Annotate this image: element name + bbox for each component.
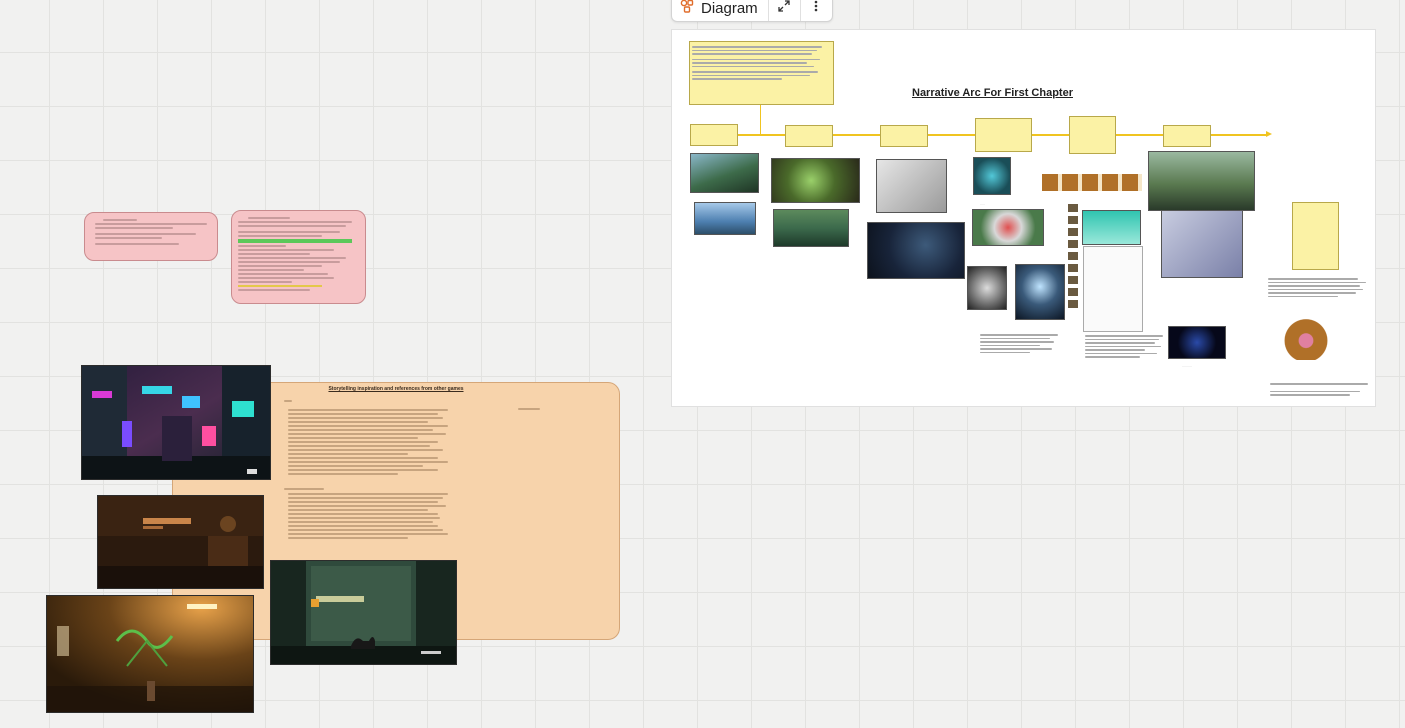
game-screenshot-neon-alley[interactable] [81, 365, 271, 480]
reference-image-overgrown-tech[interactable] [771, 158, 860, 203]
diagram-title: Narrative Arc For First Chapter [912, 87, 1073, 99]
reference-image-stone-bridge[interactable] [773, 209, 849, 247]
reference-image-glowing-hand[interactable] [1015, 264, 1065, 320]
reference-image-dark-cavern[interactable] [867, 222, 965, 279]
game-screenshot-cat-door[interactable] [270, 560, 457, 665]
reference-image-inventory-icons[interactable] [1042, 174, 1142, 191]
step-note-6[interactable] [1163, 125, 1211, 147]
diagram-button[interactable]: Diagram [672, 0, 769, 21]
timeline-arrowhead [1266, 131, 1272, 137]
reference-note-text [284, 398, 574, 548]
diagram-toolbar: Diagram [671, 0, 833, 22]
reference-image-coral-creature[interactable] [973, 157, 1011, 195]
diagram-icon [680, 0, 694, 18]
step-note-4[interactable] [975, 118, 1032, 152]
reference-image-red-robot[interactable] [972, 209, 1044, 246]
step-note-1[interactable] [690, 124, 738, 146]
more-vertical-icon [809, 0, 823, 18]
step-note-5[interactable] [1069, 116, 1116, 154]
step-note-2[interactable] [785, 125, 833, 147]
reference-image-jungle-ruins[interactable] [690, 153, 759, 193]
expand-icon [777, 0, 791, 18]
reference-image-item-column[interactable] [1068, 204, 1078, 308]
step-note-3[interactable] [880, 125, 928, 147]
reference-image-teal-ui[interactable] [1082, 210, 1141, 245]
more-options-button[interactable] [801, 0, 832, 21]
expand-button[interactable] [769, 0, 801, 21]
diagram-label: Diagram [701, 0, 758, 17]
reference-image-treasure-chest[interactable] [1280, 317, 1332, 360]
reference-image-forest-ruins[interactable] [1148, 151, 1255, 211]
game-screenshot-graffiti-wall[interactable] [46, 595, 254, 713]
sticky-note-pink-2[interactable] [231, 210, 366, 304]
reference-image-grid-chart[interactable] [1083, 246, 1143, 332]
intro-sticky-note[interactable] [689, 41, 834, 105]
reference-image-block-shapes[interactable] [1161, 210, 1243, 278]
reference-image-constellation[interactable] [1168, 326, 1226, 359]
narrative-arc-diagram[interactable]: Narrative Arc For First Chapter ····· ··… [671, 29, 1376, 407]
reference-image-blue-lake[interactable] [694, 202, 756, 235]
step-note-7[interactable] [1292, 202, 1339, 270]
game-screenshot-dark-room[interactable] [97, 495, 264, 589]
reference-image-white-robot[interactable] [967, 266, 1007, 310]
sticky-note-pink-1[interactable] [84, 212, 218, 261]
reference-image-sketch-map[interactable] [876, 159, 947, 213]
